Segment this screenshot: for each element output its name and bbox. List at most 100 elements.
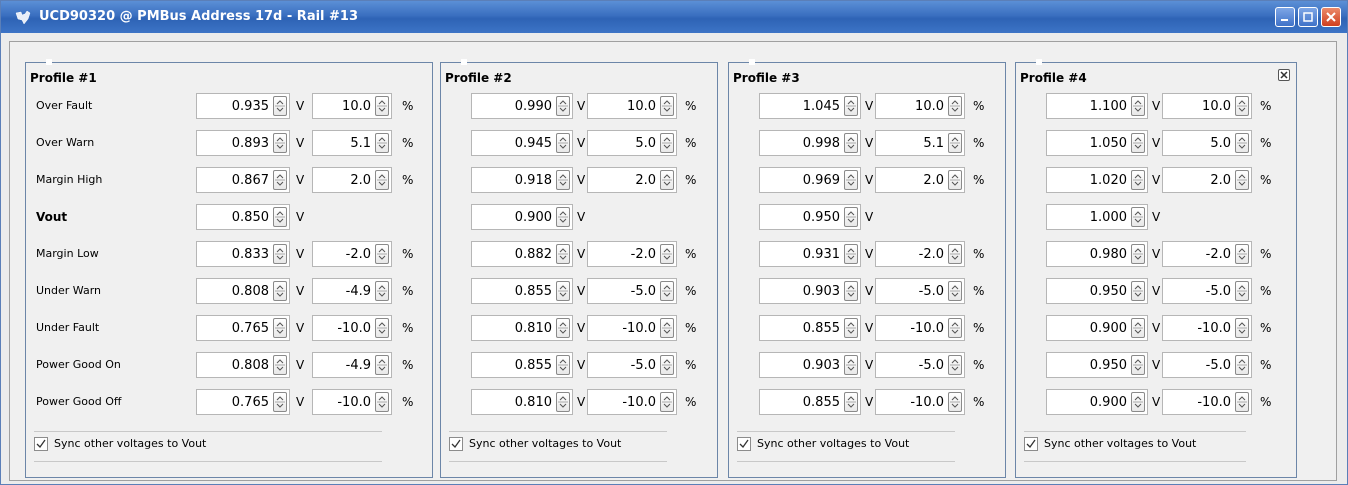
spin-arrows-icon[interactable]: [1235, 281, 1249, 301]
voltage-spinbox[interactable]: 1.050: [1046, 130, 1148, 156]
spin-arrows-icon[interactable]: [375, 133, 389, 153]
spin-arrows-icon[interactable]: [660, 318, 674, 338]
voltage-spinbox[interactable]: 0.918: [471, 167, 573, 193]
percent-spinbox[interactable]: -2.0: [875, 241, 965, 267]
percent-spinbox[interactable]: -4.9: [312, 278, 392, 304]
spin-arrows-icon[interactable]: [1131, 392, 1145, 412]
voltage-spinbox[interactable]: 0.950: [1046, 352, 1148, 378]
sync-checkbox[interactable]: [449, 437, 463, 451]
spin-arrows-icon[interactable]: [1235, 244, 1249, 264]
spin-arrows-icon[interactable]: [1131, 281, 1145, 301]
percent-spinbox[interactable]: 5.0: [587, 130, 677, 156]
spin-arrows-icon[interactable]: [375, 318, 389, 338]
percent-spinbox[interactable]: 10.0: [312, 93, 392, 119]
spin-arrows-icon[interactable]: [556, 281, 570, 301]
percent-spinbox[interactable]: -10.0: [875, 389, 965, 415]
spin-arrows-icon[interactable]: [273, 355, 287, 375]
spin-arrows-icon[interactable]: [375, 392, 389, 412]
percent-spinbox[interactable]: -10.0: [587, 389, 677, 415]
percent-spinbox[interactable]: -10.0: [875, 315, 965, 341]
spin-arrows-icon[interactable]: [1131, 170, 1145, 190]
spin-arrows-icon[interactable]: [948, 392, 962, 412]
spin-arrows-icon[interactable]: [948, 244, 962, 264]
close-button[interactable]: [1321, 7, 1341, 27]
spin-arrows-icon[interactable]: [375, 170, 389, 190]
percent-spinbox[interactable]: -10.0: [1162, 389, 1252, 415]
voltage-spinbox[interactable]: 0.855: [471, 352, 573, 378]
spin-arrows-icon[interactable]: [844, 207, 858, 227]
voltage-spinbox[interactable]: 0.765: [196, 389, 290, 415]
spin-arrows-icon[interactable]: [844, 170, 858, 190]
spin-arrows-icon[interactable]: [948, 318, 962, 338]
spin-arrows-icon[interactable]: [273, 318, 287, 338]
spin-arrows-icon[interactable]: [375, 244, 389, 264]
percent-spinbox[interactable]: 5.1: [875, 130, 965, 156]
voltage-spinbox[interactable]: 0.903: [759, 278, 861, 304]
sync-checkbox[interactable]: [737, 437, 751, 451]
voltage-spinbox[interactable]: 0.969: [759, 167, 861, 193]
voltage-spinbox[interactable]: 1.045: [759, 93, 861, 119]
percent-spinbox[interactable]: 10.0: [587, 93, 677, 119]
spin-arrows-icon[interactable]: [556, 355, 570, 375]
percent-spinbox[interactable]: -5.0: [875, 352, 965, 378]
spin-arrows-icon[interactable]: [948, 281, 962, 301]
voltage-spinbox[interactable]: 0.931: [759, 241, 861, 267]
percent-spinbox[interactable]: -5.0: [587, 278, 677, 304]
voltage-spinbox[interactable]: 0.945: [471, 130, 573, 156]
spin-arrows-icon[interactable]: [660, 281, 674, 301]
percent-spinbox[interactable]: -4.9: [312, 352, 392, 378]
voltage-spinbox[interactable]: 0.893: [196, 130, 290, 156]
spin-arrows-icon[interactable]: [844, 96, 858, 116]
spin-arrows-icon[interactable]: [273, 392, 287, 412]
spin-arrows-icon[interactable]: [844, 133, 858, 153]
voltage-spinbox[interactable]: 0.855: [759, 315, 861, 341]
spin-arrows-icon[interactable]: [948, 170, 962, 190]
voltage-spinbox[interactable]: 0.900: [471, 204, 573, 230]
spin-arrows-icon[interactable]: [273, 133, 287, 153]
spin-arrows-icon[interactable]: [556, 244, 570, 264]
spin-arrows-icon[interactable]: [1235, 355, 1249, 375]
percent-spinbox[interactable]: 10.0: [875, 93, 965, 119]
spin-arrows-icon[interactable]: [556, 133, 570, 153]
spin-arrows-icon[interactable]: [273, 96, 287, 116]
spin-arrows-icon[interactable]: [273, 281, 287, 301]
percent-spinbox[interactable]: -10.0: [587, 315, 677, 341]
percent-spinbox[interactable]: -10.0: [312, 389, 392, 415]
voltage-spinbox[interactable]: 0.765: [196, 315, 290, 341]
spin-arrows-icon[interactable]: [1131, 133, 1145, 153]
title-bar[interactable]: UCD90320 @ PMBus Address 17d - Rail #13: [1, 1, 1347, 33]
voltage-spinbox[interactable]: 0.882: [471, 241, 573, 267]
spin-arrows-icon[interactable]: [1131, 244, 1145, 264]
voltage-spinbox[interactable]: 0.833: [196, 241, 290, 267]
voltage-spinbox[interactable]: 0.980: [1046, 241, 1148, 267]
spin-arrows-icon[interactable]: [1131, 96, 1145, 116]
sync-checkbox[interactable]: [1024, 437, 1038, 451]
spin-arrows-icon[interactable]: [1235, 392, 1249, 412]
percent-spinbox[interactable]: 2.0: [1162, 167, 1252, 193]
spin-arrows-icon[interactable]: [375, 96, 389, 116]
percent-spinbox[interactable]: -2.0: [312, 241, 392, 267]
percent-spinbox[interactable]: -10.0: [312, 315, 392, 341]
voltage-spinbox[interactable]: 0.950: [1046, 278, 1148, 304]
spin-arrows-icon[interactable]: [273, 207, 287, 227]
spin-arrows-icon[interactable]: [660, 355, 674, 375]
voltage-spinbox[interactable]: 0.990: [471, 93, 573, 119]
voltage-spinbox[interactable]: 0.950: [759, 204, 861, 230]
percent-spinbox[interactable]: 10.0: [1162, 93, 1252, 119]
percent-spinbox[interactable]: 5.1: [312, 130, 392, 156]
voltage-spinbox[interactable]: 1.000: [1046, 204, 1148, 230]
spin-arrows-icon[interactable]: [660, 244, 674, 264]
voltage-spinbox[interactable]: 0.998: [759, 130, 861, 156]
spin-arrows-icon[interactable]: [273, 244, 287, 264]
voltage-spinbox[interactable]: 0.850: [196, 204, 290, 230]
voltage-spinbox[interactable]: 0.810: [471, 315, 573, 341]
voltage-spinbox[interactable]: 0.855: [471, 278, 573, 304]
spin-arrows-icon[interactable]: [660, 392, 674, 412]
voltage-spinbox[interactable]: 0.900: [1046, 315, 1148, 341]
percent-spinbox[interactable]: 2.0: [875, 167, 965, 193]
spin-arrows-icon[interactable]: [273, 170, 287, 190]
voltage-spinbox[interactable]: 0.903: [759, 352, 861, 378]
spin-arrows-icon[interactable]: [844, 318, 858, 338]
spin-arrows-icon[interactable]: [844, 244, 858, 264]
spin-arrows-icon[interactable]: [948, 133, 962, 153]
